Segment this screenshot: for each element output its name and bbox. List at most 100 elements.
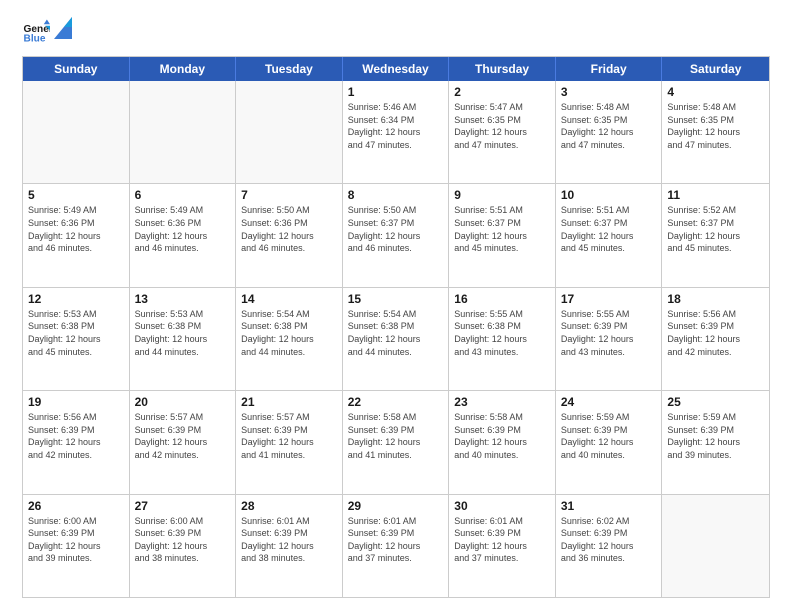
cal-cell: 20 Sunrise: 5:57 AM Sunset: 6:39 PM Dayli…: [130, 391, 237, 493]
week-row-5: 26Sunrise: 6:00 AM Sunset: 6:39 PM Dayli…: [23, 495, 769, 597]
cal-cell: [236, 81, 343, 183]
day-number: 9: [454, 188, 550, 202]
header: General Blue: [22, 18, 770, 46]
cal-cell: 4 Sunrise: 5:48 AM Sunset: 6:35 PM Daylig…: [662, 81, 769, 183]
day-number: 20: [135, 395, 231, 409]
week-row-2: 5 Sunrise: 5:49 AM Sunset: 6:36 PM Daylig…: [23, 184, 769, 287]
day-number: 4: [667, 85, 764, 99]
cal-cell: 10 Sunrise: 5:51 AM Sunset: 6:37 PM Dayli…: [556, 184, 663, 286]
day-info: Sunrise: 5:50 AM Sunset: 6:37 PM Dayligh…: [348, 204, 444, 254]
week-row-4: 19 Sunrise: 5:56 AM Sunset: 6:39 PM Dayli…: [23, 391, 769, 494]
cal-cell: 3 Sunrise: 5:48 AM Sunset: 6:35 PM Daylig…: [556, 81, 663, 183]
logo: General Blue: [22, 18, 72, 46]
day-number: 1: [348, 85, 444, 99]
day-info: Sunrise: 5:58 AM Sunset: 6:39 PM Dayligh…: [454, 411, 550, 461]
day-info: Sunrise: 5:56 AM Sunset: 6:39 PM Dayligh…: [28, 411, 124, 461]
page: General Blue SundayMondayTuesdayWednesda…: [0, 0, 792, 612]
day-info: Sunrise: 6:01 AM Sunset: 6:39 PM Dayligh…: [241, 515, 337, 565]
week-row-1: 1 Sunrise: 5:46 AM Sunset: 6:34 PM Daylig…: [23, 81, 769, 184]
day-number: 22: [348, 395, 444, 409]
day-info: Sunrise: 5:46 AM Sunset: 6:34 PM Dayligh…: [348, 101, 444, 151]
cal-cell: 6Sunrise: 5:49 AM Sunset: 6:36 PM Daylig…: [130, 184, 237, 286]
day-number: 11: [667, 188, 764, 202]
cal-cell: 2Sunrise: 5:47 AM Sunset: 6:35 PM Daylig…: [449, 81, 556, 183]
weekday-header-sunday: Sunday: [23, 57, 130, 81]
day-info: Sunrise: 5:56 AM Sunset: 6:39 PM Dayligh…: [667, 308, 764, 358]
day-number: 19: [28, 395, 124, 409]
cal-cell: 26Sunrise: 6:00 AM Sunset: 6:39 PM Dayli…: [23, 495, 130, 597]
weekday-header-thursday: Thursday: [449, 57, 556, 81]
day-number: 5: [28, 188, 124, 202]
day-info: Sunrise: 5:49 AM Sunset: 6:36 PM Dayligh…: [135, 204, 231, 254]
cal-cell: 28Sunrise: 6:01 AM Sunset: 6:39 PM Dayli…: [236, 495, 343, 597]
cal-cell: 21Sunrise: 5:57 AM Sunset: 6:39 PM Dayli…: [236, 391, 343, 493]
day-number: 10: [561, 188, 657, 202]
weekday-header-wednesday: Wednesday: [343, 57, 450, 81]
calendar-body: 1 Sunrise: 5:46 AM Sunset: 6:34 PM Daylig…: [23, 81, 769, 597]
cal-cell: 29Sunrise: 6:01 AM Sunset: 6:39 PM Dayli…: [343, 495, 450, 597]
cal-cell: 12 Sunrise: 5:53 AM Sunset: 6:38 PM Dayli…: [23, 288, 130, 390]
cal-cell: 15Sunrise: 5:54 AM Sunset: 6:38 PM Dayli…: [343, 288, 450, 390]
cal-cell: 17 Sunrise: 5:55 AM Sunset: 6:39 PM Dayli…: [556, 288, 663, 390]
calendar-header-row: SundayMondayTuesdayWednesdayThursdayFrid…: [23, 57, 769, 81]
day-info: Sunrise: 5:51 AM Sunset: 6:37 PM Dayligh…: [561, 204, 657, 254]
weekday-header-monday: Monday: [130, 57, 237, 81]
day-info: Sunrise: 5:55 AM Sunset: 6:39 PM Dayligh…: [561, 308, 657, 358]
day-number: 13: [135, 292, 231, 306]
day-info: Sunrise: 5:55 AM Sunset: 6:38 PM Dayligh…: [454, 308, 550, 358]
day-number: 14: [241, 292, 337, 306]
cal-cell: 25 Sunrise: 5:59 AM Sunset: 6:39 PM Dayli…: [662, 391, 769, 493]
cal-cell: [662, 495, 769, 597]
day-number: 16: [454, 292, 550, 306]
cal-cell: 7 Sunrise: 5:50 AM Sunset: 6:36 PM Daylig…: [236, 184, 343, 286]
day-number: 30: [454, 499, 550, 513]
cal-cell: 18 Sunrise: 5:56 AM Sunset: 6:39 PM Dayli…: [662, 288, 769, 390]
cal-cell: 22 Sunrise: 5:58 AM Sunset: 6:39 PM Dayli…: [343, 391, 450, 493]
day-number: 17: [561, 292, 657, 306]
day-info: Sunrise: 6:00 AM Sunset: 6:39 PM Dayligh…: [28, 515, 124, 565]
week-row-3: 12 Sunrise: 5:53 AM Sunset: 6:38 PM Dayli…: [23, 288, 769, 391]
cal-cell: 1 Sunrise: 5:46 AM Sunset: 6:34 PM Daylig…: [343, 81, 450, 183]
day-info: Sunrise: 5:53 AM Sunset: 6:38 PM Dayligh…: [135, 308, 231, 358]
cal-cell: 19 Sunrise: 5:56 AM Sunset: 6:39 PM Dayli…: [23, 391, 130, 493]
day-number: 25: [667, 395, 764, 409]
cal-cell: [23, 81, 130, 183]
day-info: Sunrise: 5:54 AM Sunset: 6:38 PM Dayligh…: [241, 308, 337, 358]
cal-cell: 11Sunrise: 5:52 AM Sunset: 6:37 PM Dayli…: [662, 184, 769, 286]
day-info: Sunrise: 5:57 AM Sunset: 6:39 PM Dayligh…: [135, 411, 231, 461]
weekday-header-tuesday: Tuesday: [236, 57, 343, 81]
day-number: 3: [561, 85, 657, 99]
weekday-header-saturday: Saturday: [662, 57, 769, 81]
cal-cell: 30Sunrise: 6:01 AM Sunset: 6:39 PM Dayli…: [449, 495, 556, 597]
logo-triangle-icon: [54, 17, 72, 39]
day-info: Sunrise: 5:48 AM Sunset: 6:35 PM Dayligh…: [667, 101, 764, 151]
day-info: Sunrise: 5:49 AM Sunset: 6:36 PM Dayligh…: [28, 204, 124, 254]
cal-cell: 8 Sunrise: 5:50 AM Sunset: 6:37 PM Daylig…: [343, 184, 450, 286]
day-number: 15: [348, 292, 444, 306]
cal-cell: 16 Sunrise: 5:55 AM Sunset: 6:38 PM Dayli…: [449, 288, 556, 390]
cal-cell: 27Sunrise: 6:00 AM Sunset: 6:39 PM Dayli…: [130, 495, 237, 597]
day-info: Sunrise: 5:53 AM Sunset: 6:38 PM Dayligh…: [28, 308, 124, 358]
day-info: Sunrise: 5:57 AM Sunset: 6:39 PM Dayligh…: [241, 411, 337, 461]
day-number: 18: [667, 292, 764, 306]
day-number: 31: [561, 499, 657, 513]
day-info: Sunrise: 5:47 AM Sunset: 6:35 PM Dayligh…: [454, 101, 550, 151]
logo-icon: General Blue: [22, 18, 50, 46]
day-info: Sunrise: 5:58 AM Sunset: 6:39 PM Dayligh…: [348, 411, 444, 461]
day-number: 7: [241, 188, 337, 202]
day-number: 12: [28, 292, 124, 306]
day-info: Sunrise: 5:50 AM Sunset: 6:36 PM Dayligh…: [241, 204, 337, 254]
cal-cell: 13 Sunrise: 5:53 AM Sunset: 6:38 PM Dayli…: [130, 288, 237, 390]
calendar: SundayMondayTuesdayWednesdayThursdayFrid…: [22, 56, 770, 598]
cal-cell: [130, 81, 237, 183]
day-info: Sunrise: 5:59 AM Sunset: 6:39 PM Dayligh…: [667, 411, 764, 461]
cal-cell: 9 Sunrise: 5:51 AM Sunset: 6:37 PM Daylig…: [449, 184, 556, 286]
day-number: 27: [135, 499, 231, 513]
day-info: Sunrise: 5:48 AM Sunset: 6:35 PM Dayligh…: [561, 101, 657, 151]
cal-cell: 24Sunrise: 5:59 AM Sunset: 6:39 PM Dayli…: [556, 391, 663, 493]
day-number: 24: [561, 395, 657, 409]
day-info: Sunrise: 6:02 AM Sunset: 6:39 PM Dayligh…: [561, 515, 657, 565]
svg-text:Blue: Blue: [24, 33, 46, 44]
day-number: 8: [348, 188, 444, 202]
day-info: Sunrise: 5:51 AM Sunset: 6:37 PM Dayligh…: [454, 204, 550, 254]
